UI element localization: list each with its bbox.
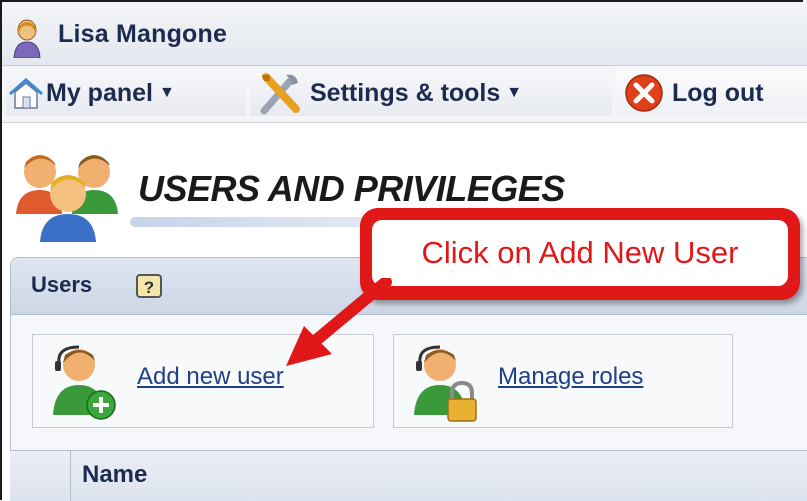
- users-table-header: Name: [10, 450, 807, 501]
- manage-roles-icon: [414, 345, 477, 422]
- menu-my-panel-label: My panel: [46, 78, 153, 107]
- annotation-callout-text: Click on Add New User: [421, 235, 739, 270]
- menu-log-out-label: Log out: [672, 78, 764, 107]
- column-header-name[interactable]: Name: [82, 461, 147, 489]
- menu-my-panel[interactable]: My panel ▼: [6, 70, 246, 116]
- page-title: USERS AND PRIVILEGES: [138, 168, 565, 209]
- chevron-down-icon: ▼: [506, 84, 523, 101]
- add-user-icon: [53, 345, 116, 420]
- tools-icon: [260, 73, 300, 115]
- column-divider: [70, 451, 71, 501]
- manage-roles-link[interactable]: Manage roles: [498, 363, 643, 391]
- annotation-callout: Click on Add New User: [360, 208, 800, 300]
- logout-icon: [625, 74, 663, 112]
- manage-roles-box[interactable]: Manage roles: [393, 334, 733, 428]
- annotation-callout-box: Click on Add New User: [372, 220, 788, 286]
- menu-bar: My panel ▼ Settings & tools ▼ Log out: [2, 66, 807, 123]
- menu-log-out[interactable]: Log out: [616, 70, 807, 116]
- users-panel-title: Users: [31, 272, 93, 297]
- user-icon: [13, 19, 41, 58]
- user-name: Lisa Mangone: [58, 20, 228, 48]
- user-bar: Lisa Mangone: [2, 2, 807, 66]
- users-group-icon: [16, 155, 118, 242]
- home-icon: [9, 78, 43, 109]
- help-icon[interactable]: ?: [136, 274, 162, 298]
- menu-settings-tools-label: Settings & tools: [310, 78, 501, 107]
- chevron-down-icon: ▼: [158, 84, 175, 101]
- add-new-user-link[interactable]: Add new user: [137, 363, 284, 391]
- annotation-arrow-icon: [286, 278, 392, 366]
- menu-settings-tools[interactable]: Settings & tools ▼: [250, 70, 612, 116]
